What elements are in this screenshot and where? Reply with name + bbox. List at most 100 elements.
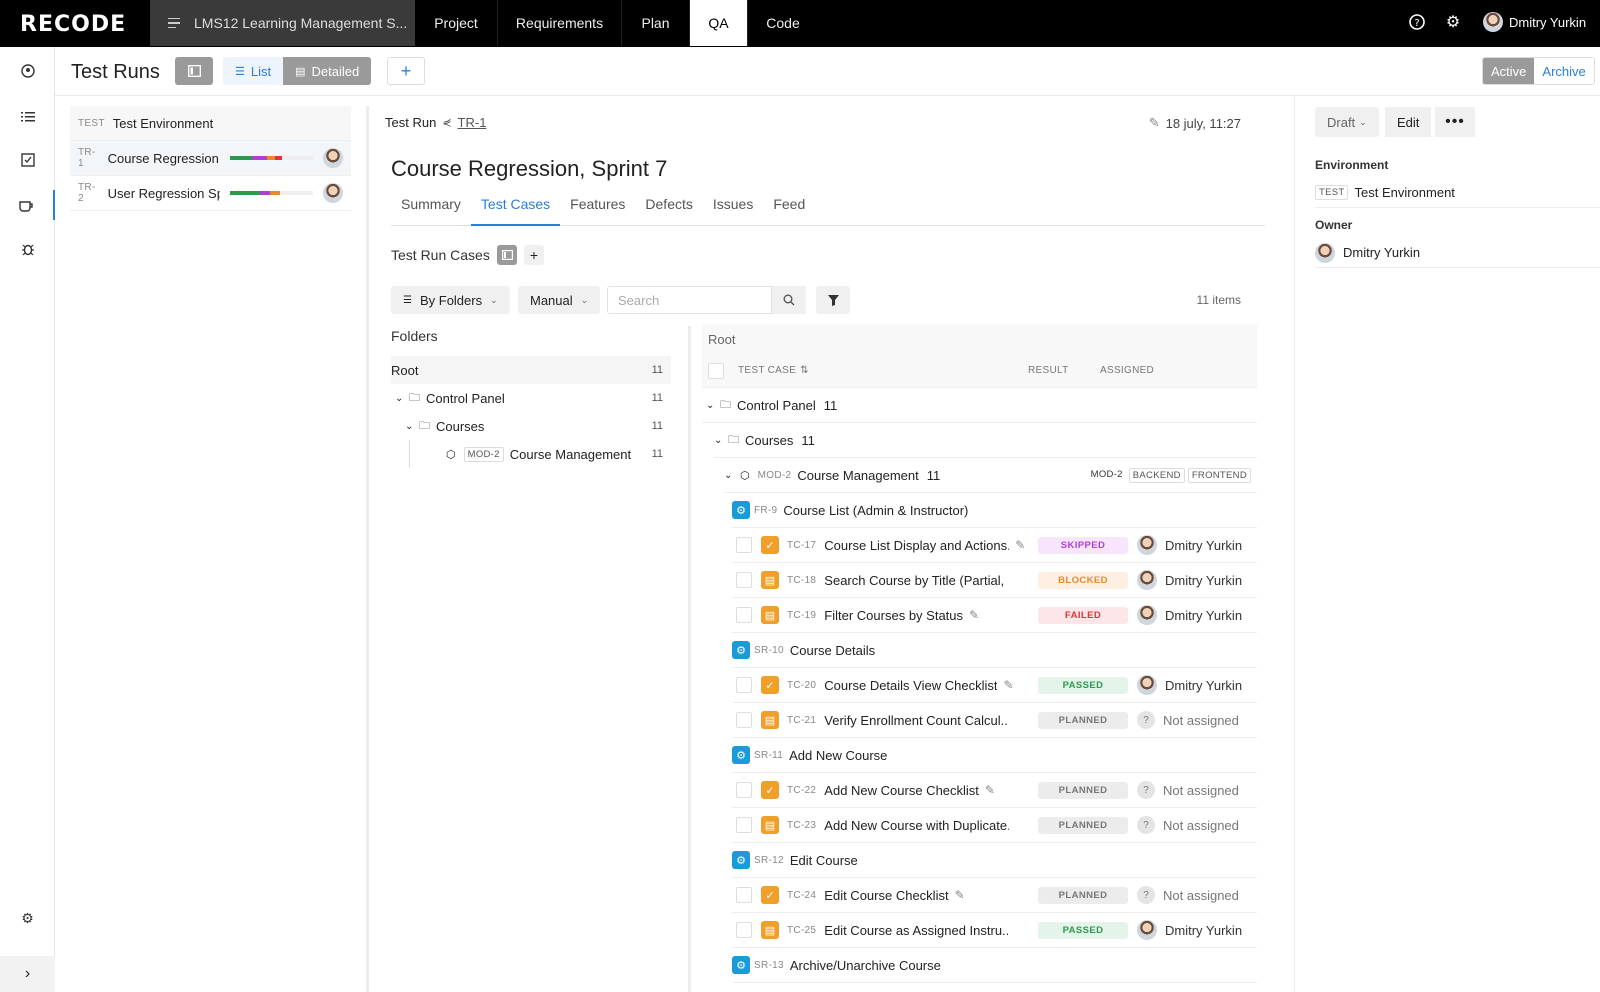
row-checkbox[interactable]	[736, 537, 752, 553]
pane-splitter[interactable]	[688, 326, 691, 992]
expand-chevron-icon[interactable]: ›	[0, 956, 55, 992]
tab-summary[interactable]: Summary	[391, 194, 471, 226]
row-checkbox[interactable]	[736, 572, 752, 588]
toggle-sidebar-button[interactable]	[175, 57, 213, 85]
assignee[interactable]: Dmitry Yurkin	[1137, 535, 1242, 555]
test-case-row[interactable]: ▤ TC-21 Verify Enrollment Count Calcul... P…	[732, 703, 1257, 738]
test-case-row[interactable]: ✓ TC-20 Course Details View Checklist ✎ PASS…	[732, 668, 1257, 703]
assignee[interactable]: ? Not assigned	[1137, 816, 1239, 834]
requirement-group[interactable]: ⚙ SR-12 Edit Course	[732, 843, 1257, 878]
requirement-group[interactable]: ⚙ SR-10 Course Details	[732, 633, 1257, 668]
user-menu[interactable]: Dmitry Yurkin	[1483, 12, 1586, 32]
project-selector[interactable]: LMS12 Learning Management S...	[150, 0, 415, 46]
chevron-down-icon[interactable]: ⌄	[724, 470, 740, 481]
result-badge[interactable]: BLOCKED	[1038, 571, 1128, 589]
test-case-row[interactable]: ▤ TC-19 Filter Courses by Status ✎ FAILED Dmi…	[732, 598, 1257, 633]
tab-features[interactable]: Features	[560, 194, 635, 226]
select-all-checkbox[interactable]	[708, 362, 724, 379]
assignee[interactable]: Dmitry Yurkin	[1137, 920, 1242, 940]
pencil-icon[interactable]: ✎	[1015, 538, 1025, 552]
requirement-group[interactable]: ⚙ SR-13 Archive/Unarchive Course	[732, 948, 1257, 983]
folder-module[interactable]: ⬡ MOD-2 Course Management 11	[409, 440, 671, 468]
folder-courses[interactable]: ⌄ 🗀 Courses 11	[391, 412, 671, 440]
result-badge[interactable]: PLANNED	[1038, 781, 1128, 799]
row-checkbox[interactable]	[736, 887, 752, 903]
row-checkbox[interactable]	[736, 782, 752, 798]
row-checkbox[interactable]	[736, 922, 752, 938]
group-by-dropdown[interactable]: ☰ By Folders ⌄	[391, 286, 510, 314]
panel-toggle-button[interactable]	[497, 245, 517, 265]
tree-module[interactable]: ⌄ ⬡ MOD-2 Course Management 11 MOD-2 BAC…	[724, 458, 1257, 493]
filter-icon[interactable]	[816, 286, 850, 314]
result-badge[interactable]: FAILED	[1038, 606, 1128, 624]
assignee[interactable]: Dmitry Yurkin	[1137, 675, 1242, 695]
row-checkbox[interactable]	[736, 677, 752, 693]
test-case-row[interactable]: ✓ TC-24 Edit Course Checklist ✎ PLANNED? Not …	[732, 878, 1257, 913]
assignee[interactable]: ? Not assigned	[1137, 711, 1239, 729]
chevron-down-icon[interactable]: ⌄	[714, 435, 728, 446]
result-badge[interactable]: SKIPPED	[1038, 536, 1128, 554]
row-checkbox[interactable]	[736, 712, 752, 728]
row-checkbox[interactable]	[736, 817, 752, 833]
add-case-button[interactable]: +	[524, 245, 544, 265]
test-runs-icon[interactable]	[0, 190, 55, 220]
pencil-icon[interactable]: ✎	[985, 783, 995, 797]
test-run-item[interactable]: TR-1 Course Regression,...	[70, 141, 351, 176]
requirement-group[interactable]: ⚙ SR-11 Add New Course	[732, 738, 1257, 773]
nav-tab-code[interactable]: Code	[748, 0, 818, 46]
nav-tab-project[interactable]: Project	[415, 0, 498, 46]
assignee[interactable]: Dmitry Yurkin	[1137, 605, 1242, 625]
result-badge[interactable]: PLANNED	[1038, 816, 1128, 834]
nav-tab-qa[interactable]: QA	[690, 0, 748, 46]
assignee[interactable]: Dmitry Yurkin	[1137, 570, 1242, 590]
pencil-icon[interactable]: ✎	[955, 888, 965, 902]
view-list-button[interactable]: ☰ List	[223, 57, 284, 85]
test-case-row[interactable]: ▤ TC-23 Add New Course with Duplicate... PL…	[732, 808, 1257, 843]
sort-icon[interactable]: ⇅	[800, 365, 809, 376]
row-checkbox[interactable]	[736, 607, 752, 623]
mode-dropdown[interactable]: Manual ⌄	[518, 286, 601, 314]
status-dropdown[interactable]: Draft ⌄	[1315, 107, 1379, 137]
run-code-link[interactable]: TR-1	[458, 115, 487, 130]
result-badge[interactable]: PASSED	[1038, 676, 1128, 694]
view-detailed-button[interactable]: ▤ Detailed	[283, 57, 372, 85]
archive-button[interactable]: Archive	[1534, 58, 1594, 84]
tab-feed[interactable]: Feed	[763, 194, 815, 226]
requirement-group[interactable]: ⚙ FR-9 Course List (Admin & Instructor)	[732, 493, 1257, 528]
folder-control-panel[interactable]: ⌄ 🗀 Control Panel 11	[391, 384, 671, 412]
tab-issues[interactable]: Issues	[703, 194, 763, 226]
tree-folder-courses[interactable]: ⌄ 🗀 Courses 11	[714, 423, 1257, 458]
chevron-down-icon[interactable]: ⌄	[706, 400, 720, 411]
edit-button[interactable]: Edit	[1385, 107, 1432, 137]
list-icon[interactable]	[0, 102, 55, 132]
pane-splitter[interactable]	[366, 106, 369, 992]
chevron-down-icon[interactable]: ⌄	[395, 393, 409, 404]
test-case-row[interactable]: ▤ TC-18 Search Course by Title (Partial, .…	[732, 563, 1257, 598]
chevron-down-icon[interactable]: ⌄	[405, 421, 419, 432]
search-input[interactable]: Search	[607, 286, 772, 314]
bug-icon[interactable]	[0, 234, 55, 264]
active-button[interactable]: Active	[1483, 58, 1535, 84]
help-icon[interactable]: ?	[1408, 14, 1426, 32]
environment-row[interactable]: TEST Test Environment	[70, 106, 351, 141]
tree-folder-control-panel[interactable]: ⌄ 🗀 Control Panel 11	[702, 388, 1257, 423]
test-case-row[interactable]: ✓ TC-22 Add New Course Checklist ✎ PLANNED? N…	[732, 773, 1257, 808]
owner-value[interactable]: Dmitry Yurkin	[1315, 238, 1600, 268]
pencil-icon[interactable]: ✎	[1149, 115, 1160, 131]
pencil-icon[interactable]: ✎	[1003, 678, 1013, 692]
folder-root[interactable]: Root 11	[391, 356, 671, 384]
test-run-item[interactable]: TR-2 User Regression Sp...	[70, 176, 351, 211]
test-case-row[interactable]: ✓ TC-17 Course List Display and Actions...…	[732, 528, 1257, 563]
assignee[interactable]: ? Not assigned	[1137, 781, 1239, 799]
assignee[interactable]: ? Not assigned	[1137, 886, 1239, 904]
checkbox-icon[interactable]	[0, 145, 55, 175]
add-run-button[interactable]: +	[387, 57, 425, 85]
settings-icon[interactable]: ⚙	[0, 903, 55, 933]
result-badge[interactable]: PASSED	[1038, 921, 1128, 939]
pencil-icon[interactable]: ✎	[969, 608, 979, 622]
search-icon[interactable]	[772, 286, 806, 314]
logo[interactable]: RECODE	[20, 12, 126, 37]
nav-tab-plan[interactable]: Plan	[622, 0, 690, 46]
environment-value[interactable]: TEST Test Environment	[1315, 178, 1600, 208]
dashboard-icon[interactable]	[0, 56, 55, 86]
